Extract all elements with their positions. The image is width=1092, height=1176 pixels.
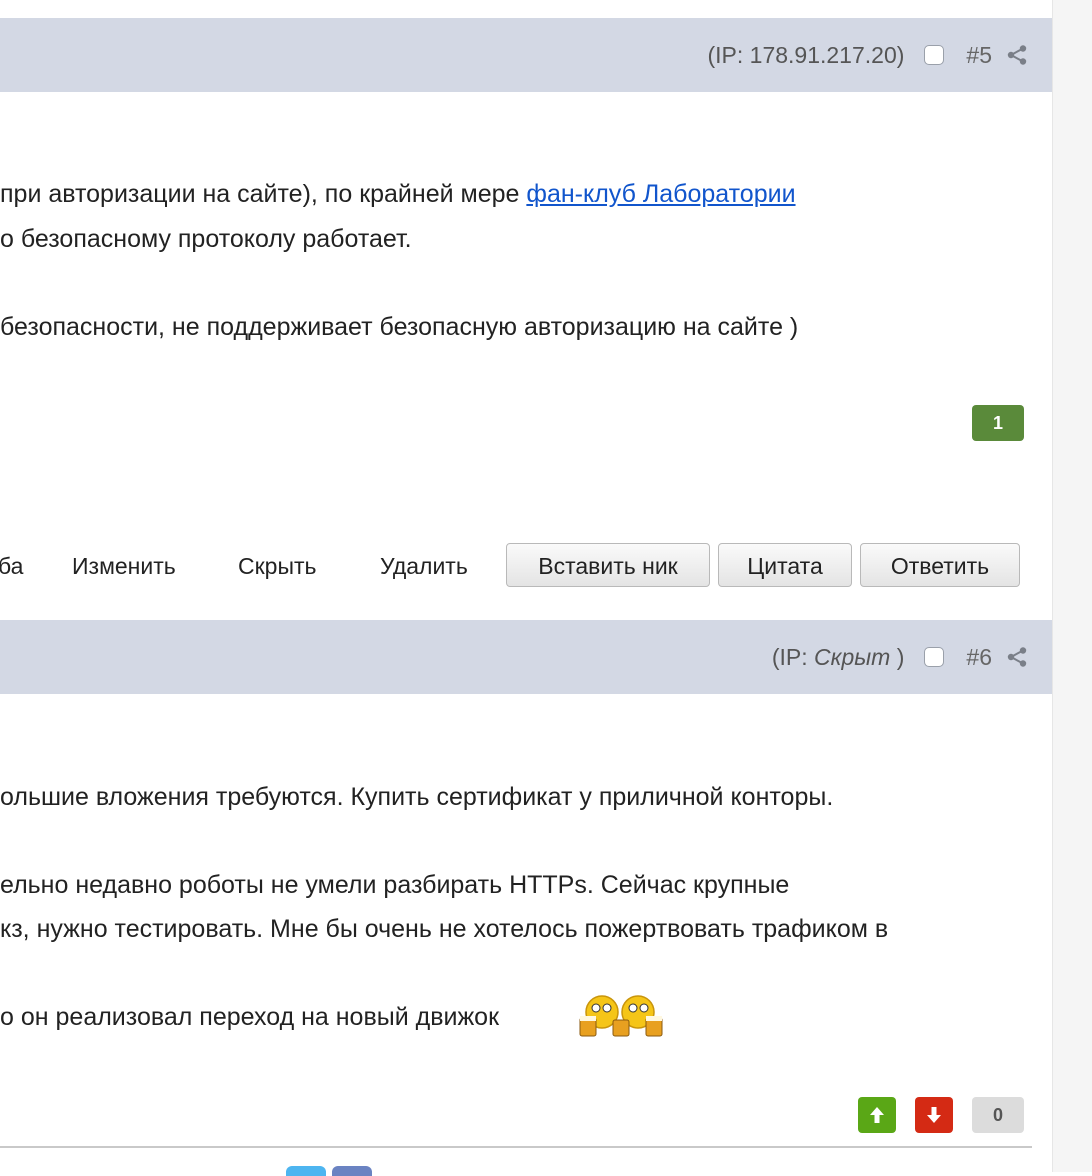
beer-smiley-icon [579, 995, 663, 1037]
post-rating-badge: 1 [972, 405, 1024, 441]
vote-count-badge: 0 [972, 1097, 1024, 1133]
post-text-line: ольшие вложения требуются. Купить сертиф… [0, 783, 834, 811]
quote-button[interactable]: Цитата [718, 543, 852, 587]
insert-nick-button[interactable]: Вставить ник [506, 543, 710, 587]
post-text-line: кз, нужно тестировать. Мне бы очень не х… [0, 915, 889, 943]
hide-link[interactable]: Скрыть [238, 543, 317, 589]
vk-share-icon[interactable] [332, 1166, 372, 1176]
post-text-line: о он реализовал переход на новый движок [0, 1003, 500, 1031]
edit-link[interactable]: Изменить [72, 543, 176, 589]
post-text-line: безопасности, не поддерживает безопасную… [0, 313, 799, 341]
post-meta-6: (IP: Скрыт ) #6 [772, 620, 1028, 694]
arrow-up-icon [870, 1107, 884, 1123]
post-header-5: (IP: 178.91.217.20) #5 [0, 18, 1052, 92]
post-text-line: о безопасному протоколу работает. [0, 225, 412, 253]
fan-club-link[interactable]: фан-клуб Лаборатории [526, 180, 795, 208]
post-number-link[interactable]: #6 [966, 644, 992, 671]
complain-link[interactable]: ба [0, 543, 23, 589]
arrow-down-icon [927, 1107, 941, 1123]
post-meta-5: (IP: 178.91.217.20) #5 [707, 18, 1028, 92]
page-scrollbar[interactable] [1052, 0, 1092, 1172]
post-header-6: (IP: Скрыт ) #6 [0, 620, 1052, 694]
post-divider [0, 1146, 1032, 1148]
vote-up-button[interactable] [858, 1097, 896, 1133]
post-number-link[interactable]: #5 [966, 42, 992, 69]
select-post-checkbox[interactable] [924, 45, 945, 65]
ip-address: (IP: 178.91.217.20) [707, 41, 905, 68]
share-icon[interactable] [1006, 646, 1028, 668]
vote-down-button[interactable] [915, 1097, 953, 1133]
post-text-line: ельно недавно роботы не умели разбирать … [0, 871, 790, 899]
post-text-line: при авторизации на сайте), по крайней ме… [0, 180, 796, 208]
delete-link[interactable]: Удалить [380, 543, 468, 589]
share-icon[interactable] [1006, 44, 1028, 66]
twitter-share-icon[interactable] [286, 1166, 326, 1176]
select-post-checkbox[interactable] [924, 647, 945, 667]
reply-button[interactable]: Ответить [860, 543, 1020, 587]
ip-address: (IP: Скрыт ) [771, 643, 905, 670]
